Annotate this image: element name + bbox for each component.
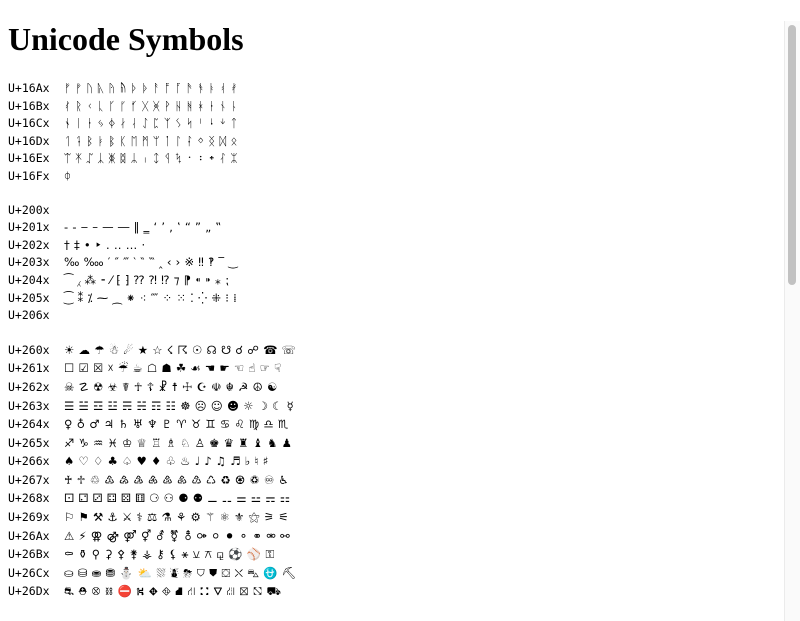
codepoint-label: U+265x <box>8 435 50 450</box>
codepoint-row: U+265x ♐♑♒♓♔♕♖♗♘♙♚♛♜♝♞♟ <box>8 434 788 453</box>
codepoint-row: U+16Fx ᛰ <box>8 168 788 186</box>
codepoint-row: U+26Dx ⛐⛑⛒⛓⛔⛕⛖⛗⛘⛙⛚⛛⛜⛝⛞⛟ <box>8 582 788 601</box>
codepoint-row: U+262x ☠☡☢☣☤☥☦☧☨☩☪☫☬☭☮☯ <box>8 378 788 397</box>
symbol-glyphs: ⚠⚡⚢⚣⚤⚥⚦⚧⚨⚩⚪⚫⚬⚭⚮⚯ <box>64 528 294 543</box>
codepoint-row: U+260x ☀☁☂☃☄★☆☇☈☉☊☋☌☍☎☏ <box>8 341 788 360</box>
codepoint-label: U+202x <box>8 237 50 252</box>
symbol-glyphs: ⚰⚱⚲⚳⚴⚵⚶⚷⚸⚹⚺⚻⚼⚽⚾⚿ <box>64 547 279 562</box>
codepoint-row: U+267x ♰♱♲♳♴♵♶♷♸♹♺♻♼♽♾♿ <box>8 471 788 490</box>
page-title: Unicode Symbols <box>8 21 244 57</box>
codepoint-row: U+16Ex ᛠᛡᛢᛣᛤᛥᛦᛧᛨᛩᛪ᛫᛬᛭ᛮᛯ <box>8 150 788 168</box>
codepoint-label: U+266x <box>8 454 50 469</box>
symbol-glyphs: ♠♡♢♣♤♥♦♧♨♩♪♫♬♭♮♯ <box>64 454 273 469</box>
codepoint-label: U+264x <box>8 417 50 432</box>
symbol-glyphs: ☐☑☒☓☔☕☖☗☘☙☚☛☜☝☞☟ <box>64 361 286 376</box>
symbol-tables: U+16Ax ᚠᚡᚢᚣᚤᚥᚦᚧᚨᚩᚪᚫᚬᚭᚮᚯ U+16Bx ᚰᚱᚲᚳᚴᚵᚶᚷᚸᚹᚺᚻ… <box>8 80 788 601</box>
symbol-glyphs: ♰♱♲♳♴♵♶♷♸♹♺♻♼♽♾♿ <box>64 472 293 487</box>
codepoint-row: U+268x ⚀⚁⚂⚃⚄⚅⚆⚇⚈⚉⚊⚋⚌⚍⚎⚏ <box>8 489 788 508</box>
codepoint-label: U+26Dx <box>8 584 50 599</box>
codepoint-label: U+16Cx <box>8 116 50 131</box>
codepoint-row: U+203x ‰‱′″‴‵‶‷‸‹›※‼‽‾‿ <box>8 254 788 272</box>
codepoint-row: U+261x ☐☑☒☓☔☕☖☗☘☙☚☛☜☝☞☟ <box>8 359 788 378</box>
codepoint-label: U+26Bx <box>8 547 50 562</box>
codepoint-label: U+26Cx <box>8 565 50 580</box>
symbol-glyphs: ᛐᛑᛒᛓᛔᛕᛖᛗᛘᛙᛚᛛᛜᛝᛞᛟ <box>64 133 242 148</box>
symbol-glyphs: ♀♁♂♃♄♅♆♇♈♉♊♋♌♍♎♏ <box>64 417 293 432</box>
symbol-glyphs: ᛀᛁᛂᛃᛄᛅᛆᛇᛈᛉᛊᛋᛌᛍᛎᛏ <box>64 116 242 131</box>
codepoint-label: U+201x <box>8 220 50 235</box>
page-content: Unicode Symbols U+16Ax ᚠᚡᚢᚣᚤᚥᚦᚧᚨᚩᚪᚫᚬᚭᚮᚯ U+… <box>0 21 788 601</box>
codepoint-label: U+16Ex <box>8 151 50 166</box>
symbol-glyphs: ☰☱☲☳☴☵☶☷☸☹☺☻☼☽☾☿ <box>64 398 298 413</box>
symbol-glyphs: ⁐⁑⁒⁓⁔⁕⁖⁗⁘⁙⁚⁛⁜⁝⁞ <box>64 290 241 305</box>
codepoint-row: U+201x ‐‑‒–—―‖‗‘’‚‛“”„‟ <box>8 219 788 237</box>
codepoint-block: U+260x ☀☁☂☃☄★☆☇☈☉☊☋☌☍☎☏ U+261x ☐☑☒☓☔☕☖☗☘☙☚☛… <box>8 341 788 601</box>
codepoint-row: U+16Cx ᛀᛁᛂᛃᛄᛅᛆᛇᛈᛉᛊᛋᛌᛍᛎᛏ <box>8 115 788 133</box>
codepoint-row: U+202x †‡•‣․‥…‧ <box>8 237 788 255</box>
codepoint-label: U+261x <box>8 361 50 376</box>
codepoint-label: U+16Bx <box>8 98 50 113</box>
vertical-scrollbar[interactable] <box>784 21 800 621</box>
codepoint-row: U+204x ⁀⁁⁂⁃⁄⁅⁆⁇⁈⁉⁊⁋⁌⁍⁎⁏ <box>8 272 788 290</box>
codepoint-block: U+200x U+201x ‐‑‒–—―‖‗‘’‚‛“”„‟ U+202x †‡•‣․‥… <box>8 202 788 325</box>
codepoint-row: U+26Ax ⚠⚡⚢⚣⚤⚥⚦⚧⚨⚩⚪⚫⚬⚭⚮⚯ <box>8 527 788 546</box>
codepoint-label: U+263x <box>8 398 50 413</box>
codepoint-row: U+264x ♀♁♂♃♄♅♆♇♈♉♊♋♌♍♎♏ <box>8 415 788 434</box>
codepoint-label: U+269x <box>8 510 50 525</box>
symbol-glyphs: ⁀⁁⁂⁃⁄⁅⁆⁇⁈⁉⁊⁋⁌⁍⁎⁏ <box>64 272 234 287</box>
symbol-glyphs: ⛐⛑⛒⛓⛔⛕⛖⛗⛘⛙⛚⛛⛜⛝⛞⛟ <box>64 584 286 599</box>
symbol-glyphs: ᚰᚱᚲᚳᚴᚵᚶᚷᚸᚹᚺᚻᚼᚽᚾᚿ <box>64 98 242 113</box>
symbol-glyphs: ☀☁☂☃☄★☆☇☈☉☊☋☌☍☎☏ <box>64 342 301 357</box>
codepoint-row: U+200x <box>8 202 788 220</box>
codepoint-row: U+263x ☰☱☲☳☴☵☶☷☸☹☺☻☼☽☾☿ <box>8 397 788 416</box>
codepoint-label: U+26Ax <box>8 528 50 543</box>
codepoint-label: U+16Dx <box>8 133 50 148</box>
codepoint-row: U+16Dx ᛐᛑᛒᛓᛔᛕᛖᛗᛘᛙᛚᛛᛜᛝᛞᛟ <box>8 133 788 151</box>
codepoint-label: U+200x <box>8 202 50 217</box>
symbol-glyphs: ᚠᚡᚢᚣᚤᚥᚦᚧᚨᚩᚪᚫᚬᚭᚮᚯ <box>64 81 242 95</box>
codepoint-label: U+268x <box>8 491 50 506</box>
codepoint-label: U+204x <box>8 272 50 287</box>
symbol-glyphs: ☠☡☢☣☤☥☦☧☨☩☪☫☬☭☮☯ <box>64 379 282 394</box>
codepoint-label: U+262x <box>8 379 50 394</box>
symbol-glyphs: ᛠᛡᛢᛣᛤᛥᛦᛧᛨᛩᛪ᛫᛬᛭ᛮᛯ <box>64 151 242 166</box>
codepoint-label: U+205x <box>8 290 50 305</box>
codepoint-label: U+16Fx <box>8 168 50 183</box>
codepoint-row: U+206x <box>8 307 788 325</box>
codepoint-row: U+16Bx ᚰᚱᚲᚳᚴᚵᚶᚷᚸᚹᚺᚻᚼᚽᚾᚿ <box>8 98 788 116</box>
codepoint-row: U+16Ax ᚠᚡᚢᚣᚤᚥᚦᚧᚨᚩᚪᚫᚬᚭᚮᚯ <box>8 80 788 98</box>
codepoint-row: U+205x ⁐⁑⁒⁓⁔⁕⁖⁗⁘⁙⁚⁛⁜⁝⁞ <box>8 290 788 308</box>
scrollbar-thumb[interactable] <box>788 25 796 285</box>
symbol-glyphs: ♐♑♒♓♔♕♖♗♘♙♚♛♜♝♞♟ <box>64 435 297 450</box>
codepoint-row: U+269x ⚐⚑⚒⚓⚔⚕⚖⚗⚘⚙⚚⚛⚜⚝⚞⚟ <box>8 508 788 527</box>
symbol-glyphs: ᛰ <box>64 168 76 183</box>
codepoint-label: U+267x <box>8 472 50 487</box>
symbol-glyphs: ⚐⚑⚒⚓⚔⚕⚖⚗⚘⚙⚚⚛⚜⚝⚞⚟ <box>64 510 293 525</box>
symbol-glyphs: ‰‱′″‴‵‶‷‸‹›※‼‽‾‿ <box>64 255 242 270</box>
symbol-glyphs: ‐‑‒–—―‖‗‘’‚‛“”„‟ <box>64 220 226 235</box>
codepoint-label: U+206x <box>8 308 50 323</box>
codepoint-row: U+266x ♠♡♢♣♤♥♦♧♨♩♪♫♬♭♮♯ <box>8 452 788 471</box>
symbol-glyphs: ⛀⛁⛂⛃⛄⛅⛆⛇⛈⛉⛊⛋⛌⛍⛎⛏ <box>64 565 301 580</box>
codepoint-row: U+26Bx ⚰⚱⚲⚳⚴⚵⚶⚷⚸⚹⚺⚻⚼⚽⚾⚿ <box>8 545 788 564</box>
codepoint-row: U+26Cx ⛀⛁⛂⛃⛄⛅⛆⛇⛈⛉⛊⛋⛌⛍⛎⛏ <box>8 564 788 583</box>
symbol-glyphs: †‡•‣․‥…‧ <box>64 237 150 252</box>
codepoint-block: U+16Ax ᚠᚡᚢᚣᚤᚥᚦᚧᚨᚩᚪᚫᚬᚭᚮᚯ U+16Bx ᚰᚱᚲᚳᚴᚵᚶᚷᚸᚹᚺᚻ… <box>8 80 788 186</box>
codepoint-label: U+16Ax <box>8 81 50 95</box>
codepoint-label: U+203x <box>8 255 50 270</box>
codepoint-label: U+260x <box>8 342 50 357</box>
symbol-glyphs: ⚀⚁⚂⚃⚄⚅⚆⚇⚈⚉⚊⚋⚌⚍⚎⚏ <box>64 491 295 506</box>
